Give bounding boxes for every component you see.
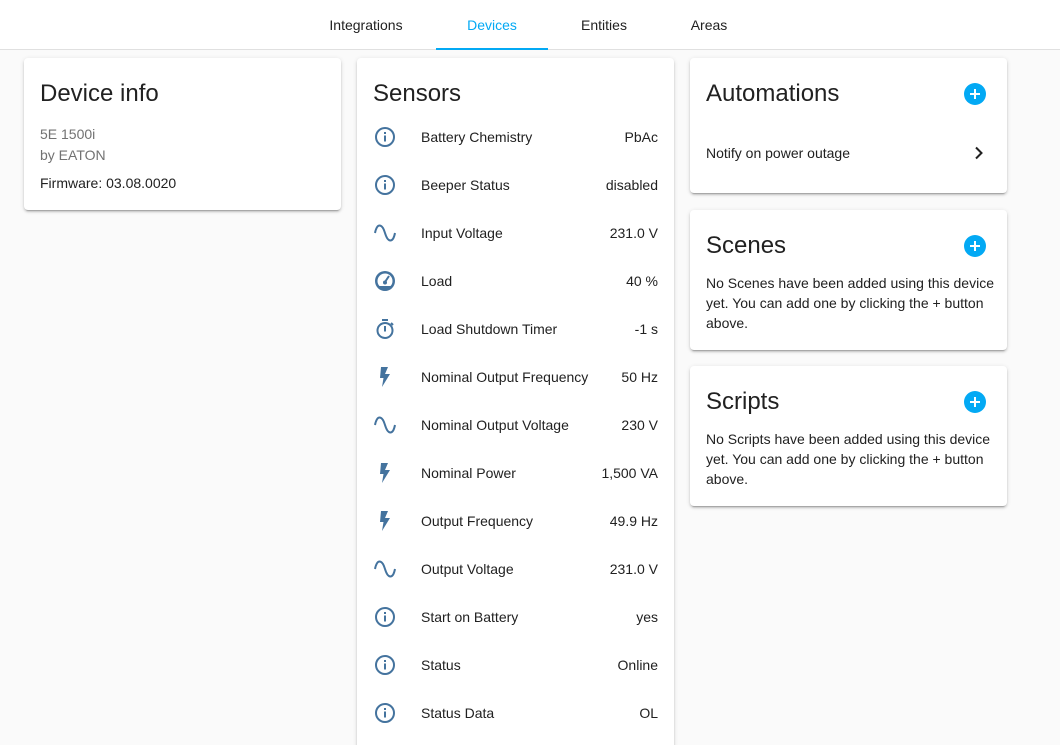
device-model: 5E 1500i bbox=[40, 126, 96, 142]
device-info-card: Device info 5E 1500i by EATON Firmware: … bbox=[24, 58, 341, 210]
add-script-button[interactable] bbox=[964, 391, 986, 413]
scripts-title: Scripts bbox=[706, 388, 780, 415]
sensor-value: Online bbox=[617, 657, 658, 673]
sensor-name: Load bbox=[421, 273, 453, 289]
chevron-right-icon bbox=[975, 146, 983, 160]
sensor-name: Status Data bbox=[421, 705, 495, 721]
flash-icon bbox=[373, 509, 397, 533]
sensor-value: 231.0 V bbox=[609, 225, 658, 241]
sensor-value: OL bbox=[639, 705, 658, 721]
sensor-value: yes bbox=[636, 609, 658, 625]
info-icon bbox=[373, 605, 397, 629]
sensor-name: Input Voltage bbox=[421, 225, 503, 241]
automations-card: Automations Notify on power outage bbox=[690, 58, 1007, 193]
sensor-value: disabled bbox=[605, 177, 658, 193]
tab-areas[interactable]: Areas bbox=[676, 0, 742, 49]
plus-icon bbox=[970, 397, 980, 407]
device-info-title: Device info bbox=[40, 80, 159, 107]
sensor-row[interactable]: Output Frequency 49.9 Hz bbox=[357, 497, 674, 545]
sensor-name: Nominal Power bbox=[421, 465, 516, 481]
sensor-value: 1,500 VA bbox=[601, 465, 658, 481]
sensor-name: Load Shutdown Timer bbox=[421, 321, 558, 337]
device-manufacturer: by EATON bbox=[40, 147, 106, 163]
sensors-card: Sensors Battery Chemistry PbAc Beeper Stat… bbox=[357, 58, 674, 745]
sensor-value: PbAc bbox=[624, 129, 658, 145]
tab-integrations[interactable]: Integrations bbox=[316, 0, 416, 49]
sensor-row[interactable]: Nominal Power 1,500 VA bbox=[357, 449, 674, 497]
sine-wave-icon bbox=[373, 557, 397, 581]
scenes-card: Scenes No Scenes have been added using t… bbox=[690, 210, 1007, 350]
sensor-name: Nominal Output Frequency bbox=[421, 369, 589, 385]
sensor-row[interactable]: Status Online bbox=[357, 641, 674, 689]
sensor-row[interactable]: Load Shutdown Timer -1 s bbox=[357, 305, 674, 353]
automations-title: Automations bbox=[706, 80, 840, 107]
sensor-row[interactable]: Beeper Status disabled bbox=[357, 161, 674, 209]
tab-devices[interactable]: Devices bbox=[436, 0, 548, 50]
sensors-title: Sensors bbox=[373, 80, 462, 107]
info-icon bbox=[373, 125, 397, 149]
device-firmware: Firmware: 03.08.0020 bbox=[40, 175, 177, 191]
sensor-row[interactable]: Start on Battery yes bbox=[357, 593, 674, 641]
info-icon bbox=[373, 653, 397, 677]
sensor-row[interactable]: Status Data OL bbox=[357, 689, 674, 737]
add-scene-button[interactable] bbox=[964, 235, 986, 257]
sensor-name: Nominal Output Voltage bbox=[421, 417, 569, 433]
flash-icon bbox=[373, 461, 397, 485]
tab-bar: Integrations Devices Entities Areas bbox=[0, 0, 1060, 50]
scripts-card: Scripts No Scripts have been added using… bbox=[690, 366, 1007, 506]
sensor-value: 40 % bbox=[626, 273, 658, 289]
sine-wave-icon bbox=[373, 221, 397, 245]
sine-wave-icon bbox=[373, 413, 397, 437]
flash-icon bbox=[373, 365, 397, 389]
sensor-value: 231.0 V bbox=[609, 561, 658, 577]
add-automation-button[interactable] bbox=[964, 83, 986, 105]
automation-item-label: Notify on power outage bbox=[706, 145, 850, 161]
sensor-row[interactable]: Battery Chemistry PbAc bbox=[357, 113, 674, 161]
info-icon bbox=[373, 173, 397, 197]
sensor-name: Beeper Status bbox=[421, 177, 510, 193]
sensor-value: 49.9 Hz bbox=[609, 513, 658, 529]
sensor-row[interactable]: Nominal Output Voltage 230 V bbox=[357, 401, 674, 449]
automation-item[interactable]: Notify on power outage bbox=[690, 133, 1007, 173]
sensor-name: Start on Battery bbox=[421, 609, 519, 625]
plus-icon bbox=[970, 89, 980, 99]
scripts-empty-text: No Scripts have been added using this de… bbox=[706, 431, 991, 487]
gauge-icon bbox=[373, 269, 397, 293]
scenes-title: Scenes bbox=[706, 232, 787, 259]
sensor-value: 50 Hz bbox=[621, 369, 658, 385]
info-icon bbox=[373, 701, 397, 725]
sensor-row[interactable]: Nominal Output Frequency 50 Hz bbox=[357, 353, 674, 401]
scenes-empty-text: No Scenes have been added using this dev… bbox=[706, 275, 994, 331]
sensor-name: Battery Chemistry bbox=[421, 129, 533, 145]
sensor-row[interactable]: Load 40 % bbox=[357, 257, 674, 305]
tab-entities[interactable]: Entities bbox=[566, 0, 642, 49]
timer-icon bbox=[373, 317, 397, 341]
sensor-name: Output Voltage bbox=[421, 561, 514, 577]
sensor-row[interactable]: Input Voltage 231.0 V bbox=[357, 209, 674, 257]
sensor-name: Output Frequency bbox=[421, 513, 534, 529]
sensor-name: Status bbox=[421, 657, 461, 673]
sensor-value: 230 V bbox=[621, 417, 658, 433]
sensor-value: -1 s bbox=[634, 321, 658, 337]
sensor-row[interactable]: Output Voltage 231.0 V bbox=[357, 545, 674, 593]
plus-icon bbox=[970, 241, 980, 251]
